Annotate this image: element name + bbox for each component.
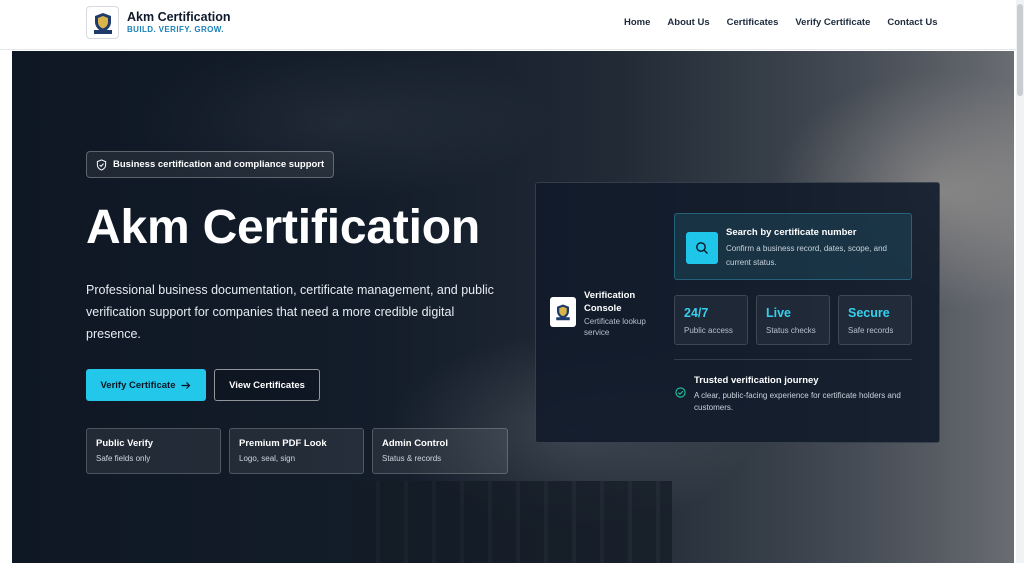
page-scrollbar[interactable] (1016, 0, 1024, 563)
crest-icon (556, 304, 570, 321)
nav-certificates[interactable]: Certificates (727, 17, 779, 28)
hero-badge-text: Business certification and compliance su… (113, 159, 325, 170)
console-logo (550, 297, 576, 327)
page: Akm Certification BUILD. VERIFY. GROW. H… (0, 0, 1016, 563)
feature-card-public-verify: Public Verify Safe fields only (86, 428, 221, 474)
brand-tagline: BUILD. VERIFY. GROW. (127, 25, 224, 34)
nav-contact-us[interactable]: Contact Us (887, 17, 937, 28)
stat-card-secure: Secure Safe records (838, 295, 912, 345)
stat-label: Public access (684, 326, 733, 335)
console-title: Verification Console (584, 290, 636, 314)
main-nav: Home About Us Certificates Verify Certif… (624, 17, 938, 28)
arrow-right-icon (181, 381, 191, 389)
search-icon-button[interactable] (686, 232, 718, 264)
stat-card-live: Live Status checks (756, 295, 830, 345)
stat-label: Safe records (848, 326, 894, 335)
feature-title: Admin Control (382, 438, 448, 449)
verify-certificate-button[interactable]: Verify Certificate (86, 369, 206, 401)
journey-description: A clear, public-facing experience for ce… (694, 391, 901, 412)
feature-subtitle: Logo, seal, sign (239, 454, 296, 463)
crest-icon (93, 12, 112, 34)
verify-certificate-label: Verify Certificate (100, 379, 176, 391)
search-by-certificate-card[interactable]: Search by certificate number Confirm a b… (674, 213, 912, 280)
hero-badge: Business certification and compliance su… (86, 151, 334, 178)
search-icon (696, 242, 708, 254)
shield-check-icon (96, 158, 107, 171)
stat-value: 24/7 (684, 306, 709, 320)
stat-card-24-7: 24/7 Public access (674, 295, 748, 345)
stat-value: Secure (848, 306, 890, 320)
nav-home[interactable]: Home (624, 17, 650, 28)
stat-value: Live (766, 306, 792, 320)
console-subtitle: Certificate lookup service (584, 317, 646, 337)
stat-label: Status checks (766, 326, 816, 335)
feature-subtitle: Safe fields only (96, 454, 151, 463)
hero-description: Professional business documentation, cer… (86, 283, 494, 341)
scrollbar-thumb[interactable] (1017, 4, 1023, 96)
brand-logo[interactable] (86, 6, 119, 39)
nav-about-us[interactable]: About Us (667, 17, 709, 28)
feature-title: Premium PDF Look (239, 438, 327, 449)
nav-verify-certificate[interactable]: Verify Certificate (795, 17, 870, 28)
feature-title: Public Verify (96, 438, 154, 449)
verification-console: Verification Console Certificate lookup … (535, 182, 940, 443)
hero-title: Akm Certification (86, 201, 481, 254)
search-card-description: Confirm a business record, dates, scope,… (726, 244, 887, 267)
journey-title: Trusted verification journey (694, 375, 819, 386)
site-header: Akm Certification BUILD. VERIFY. GROW. H… (0, 0, 1016, 50)
search-card-title: Search by certificate number (726, 227, 857, 238)
view-certificates-button[interactable]: View Certificates (214, 369, 320, 401)
feature-subtitle: Status & records (382, 454, 442, 463)
check-circle-icon (675, 387, 686, 398)
feature-card-premium-pdf: Premium PDF Look Logo, seal, sign (229, 428, 364, 474)
brand-name[interactable]: Akm Certification (127, 10, 231, 24)
feature-card-admin-control: Admin Control Status & records (372, 428, 508, 474)
console-divider (674, 359, 912, 360)
view-certificates-label: View Certificates (229, 379, 305, 391)
